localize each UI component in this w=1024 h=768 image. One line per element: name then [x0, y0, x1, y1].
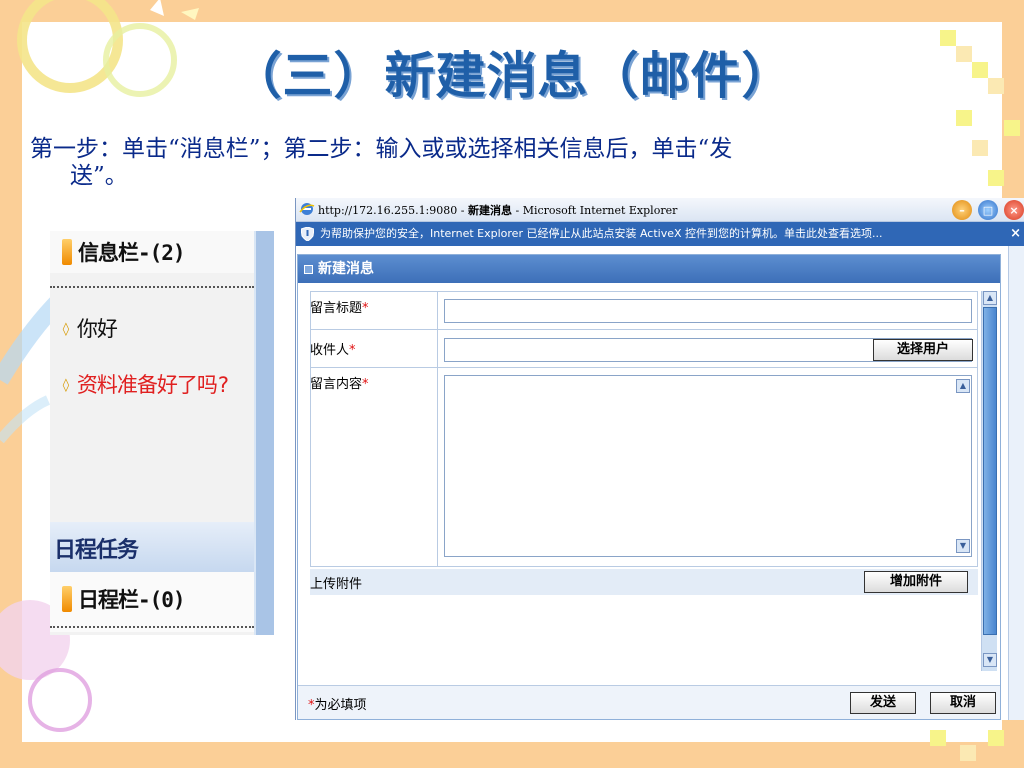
- page-scrollbar[interactable]: [1008, 246, 1024, 720]
- diamond-bullet-icon: ◊: [62, 378, 70, 393]
- content-textarea[interactable]: [444, 375, 972, 557]
- schedule-header-label: 日程栏-(0): [78, 588, 186, 612]
- instruction-line-1: 第一步：单击“消息栏”；第二步：输入或或选择相关信息后，单击“发: [30, 136, 733, 162]
- close-icon: ×: [1009, 203, 1019, 217]
- form-header: 新建消息: [298, 255, 1000, 283]
- message-item-hello[interactable]: ◊ 你好: [62, 313, 118, 343]
- cancel-button[interactable]: 取消: [930, 692, 996, 714]
- window-titlebar[interactable]: http://172.16.255.1:9080 - 新建消息 - Micros…: [296, 198, 1024, 222]
- schedule-task-section[interactable]: 日程任务: [50, 522, 254, 572]
- title-app: - Microsoft Internet Explorer: [511, 204, 678, 217]
- required-asterisk: *: [362, 301, 369, 316]
- content-label-text: 留言内容: [310, 377, 363, 392]
- textarea-scroll-up-icon[interactable]: ▲: [956, 379, 970, 393]
- message-subject: 资料准备好了吗?: [76, 373, 230, 397]
- required-note: *为必填项: [308, 694, 367, 713]
- form-footer: *为必填项 发送 取消: [298, 685, 1000, 719]
- row-divider: [310, 329, 978, 330]
- orange-tab-icon: [62, 586, 72, 612]
- form-title: 新建消息: [318, 261, 374, 277]
- select-user-button[interactable]: 选择用户: [873, 339, 973, 361]
- security-infobar[interactable]: 为帮助保护您的安全，Internet Explorer 已经停止从此站点安装 A…: [296, 222, 1024, 246]
- row-divider: [310, 367, 978, 368]
- textarea-scroll-down-icon[interactable]: ▼: [956, 539, 970, 553]
- form-scrollbar[interactable]: ▲ ▼: [981, 291, 997, 671]
- window-title: http://172.16.255.1:9080 - 新建消息 - Micros…: [318, 202, 677, 218]
- content-label: 留言内容*: [310, 373, 369, 392]
- subject-input[interactable]: [444, 299, 972, 323]
- required-asterisk: *: [362, 377, 369, 392]
- portal-left-panel: 信息栏-(2) ◊ 你好 ◊ 资料准备好了吗? 日程任务 日程栏-(0): [50, 231, 274, 635]
- schedule-task-label: 日程任务: [54, 538, 139, 563]
- schedule-section-header[interactable]: 日程栏-(0): [50, 572, 254, 632]
- left-panel-scroll-edge: [254, 231, 274, 635]
- scroll-thumb[interactable]: [983, 307, 997, 635]
- inbox-header-label: 信息栏-(2): [78, 241, 186, 265]
- recipient-label: 收件人*: [310, 339, 356, 358]
- minimize-button[interactable]: –: [952, 200, 972, 220]
- slide-instructions: 第一步：单击“消息栏”；第二步：输入或或选择相关信息后，单击“发 送”。: [30, 136, 960, 190]
- message-subject: 你好: [76, 317, 118, 341]
- shield-icon: [301, 227, 314, 241]
- instruction-line-2: 送”。: [70, 163, 128, 189]
- infobar-text: 为帮助保护您的安全，Internet Explorer 已经停止从此站点安装 A…: [320, 227, 883, 240]
- label-column: [310, 291, 438, 567]
- orange-tab-icon: [62, 239, 72, 265]
- ie-logo-icon: [299, 203, 315, 215]
- title-page: 新建消息: [467, 204, 512, 217]
- subject-label: 留言标题*: [310, 297, 369, 316]
- attachment-label: 上传附件: [310, 577, 363, 592]
- subject-label-text: 留言标题: [310, 301, 363, 316]
- required-asterisk: *: [349, 343, 356, 358]
- diamond-bullet-icon: ◊: [62, 322, 70, 337]
- inbox-section-header[interactable]: 信息栏-(2): [50, 231, 254, 273]
- infobar-close-icon[interactable]: ×: [1010, 222, 1021, 246]
- window-box-icon: [304, 265, 313, 274]
- required-note-text: 为必填项: [314, 698, 367, 713]
- scroll-up-icon[interactable]: ▲: [983, 291, 997, 305]
- new-message-form: 新建消息 留言标题* 收件人* 选择用户 留言内容* ▲ ▼ 上传附件 增加附件…: [297, 254, 1001, 720]
- slide-title: （三）新建消息（邮件）: [231, 47, 793, 105]
- divider: [50, 626, 254, 628]
- divider: [50, 286, 254, 288]
- add-attachment-button[interactable]: 增加附件: [864, 571, 968, 593]
- ie-window: http://172.16.255.1:9080 - 新建消息 - Micros…: [295, 198, 1024, 720]
- send-button[interactable]: 发送: [850, 692, 916, 714]
- minimize-icon: –: [959, 203, 965, 217]
- maximize-icon: □: [982, 203, 994, 217]
- message-item-materials[interactable]: ◊ 资料准备好了吗?: [62, 369, 230, 399]
- close-button[interactable]: ×: [1004, 200, 1024, 220]
- maximize-button[interactable]: □: [978, 200, 998, 220]
- scroll-down-icon[interactable]: ▼: [983, 653, 997, 667]
- title-url: http://172.16.255.1:9080 -: [318, 204, 468, 217]
- recipient-label-text: 收件人: [310, 343, 350, 358]
